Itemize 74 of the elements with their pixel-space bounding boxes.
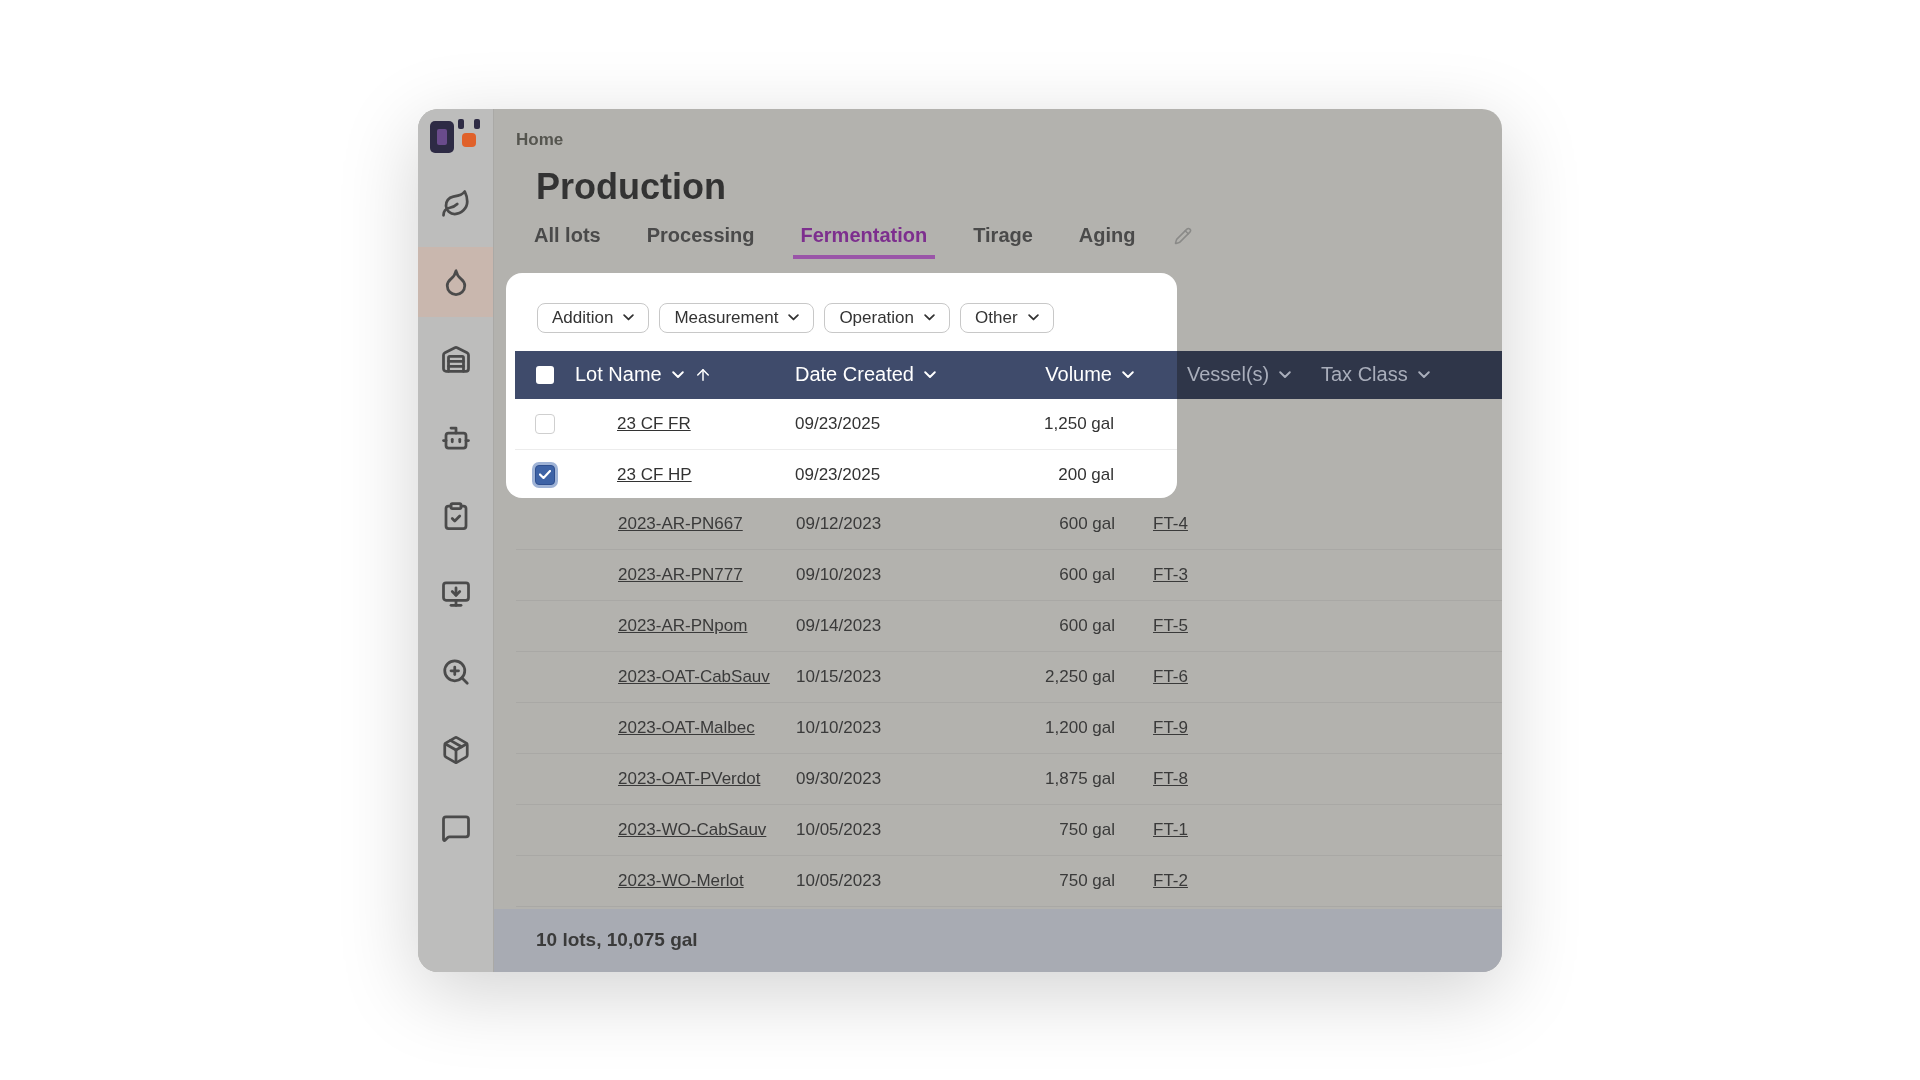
filter-dropdown[interactable]: Operation	[824, 302, 951, 333]
tab[interactable]: All lots	[526, 218, 609, 259]
monitor-icon	[440, 578, 471, 609]
table-cell-text: 1,200 gal	[1045, 717, 1116, 738]
tab[interactable]: Fermentation	[792, 218, 936, 259]
table-cell-text: 09/10/2023	[796, 564, 883, 585]
table-cell-text: 09/30/2023	[796, 768, 883, 789]
vessel-link[interactable]: FT-2	[1153, 870, 1321, 891]
chevron-down-icon	[788, 314, 800, 321]
table-cell-text: 10/05/2023	[796, 819, 883, 840]
select-all-checkbox[interactable]	[536, 365, 554, 384]
vessel-link[interactable]: FT-1	[1153, 819, 1321, 840]
tab[interactable]: Processing	[638, 218, 763, 259]
chevron-down-icon	[1417, 370, 1430, 379]
vessel-link[interactable]: FT-3	[1153, 564, 1321, 585]
tab[interactable]: Aging	[1070, 218, 1144, 259]
chevron-down-icon	[924, 314, 936, 321]
chevron-down-icon	[671, 370, 684, 379]
chevron-down-icon	[1279, 370, 1292, 379]
box-icon	[440, 734, 471, 765]
filter-dropdown[interactable]: Measurement	[659, 302, 815, 333]
table-cell-text: 2,250 gal	[1045, 666, 1116, 687]
table-cell-text: 1,250 gal	[1044, 413, 1115, 434]
chat-icon	[440, 812, 471, 843]
lot-link[interactable]: 23 CF HP	[617, 464, 795, 485]
vessel-link[interactable]: FT-8	[1153, 768, 1321, 789]
checkmark-icon	[539, 470, 551, 479]
vessel-link[interactable]: FT-9	[1153, 717, 1321, 738]
lot-link[interactable]: 2023-OAT-Malbec	[618, 717, 796, 738]
table-cell-text: 600 gal	[1059, 513, 1116, 534]
chevron-down-icon	[623, 314, 635, 321]
table-cell-text: 10/15/2023	[796, 666, 883, 687]
row-checkbox[interactable]	[535, 464, 555, 485]
table-cell-text: 750 gal	[1059, 870, 1116, 891]
table-cell-text: 200 gal	[1058, 464, 1115, 485]
table-cell-text: 09/14/2023	[796, 615, 883, 636]
table-cell-text: 10/05/2023	[796, 870, 883, 891]
tab[interactable]: Tirage	[965, 218, 1041, 259]
lot-link[interactable]: 2023-WO-Merlot	[618, 870, 796, 891]
table-summary: 10 lots, 10,075 gal	[536, 929, 698, 951]
page-title: Production	[536, 166, 727, 207]
table-cell-text: 600 gal	[1059, 615, 1116, 636]
table-cell-text: 600 gal	[1059, 564, 1116, 585]
lot-link[interactable]: 2023-AR-PN667	[618, 513, 796, 534]
chevron-down-icon	[923, 370, 936, 379]
column-header[interactable]: Vessel(s)	[1187, 363, 1292, 386]
table-cell-text: 10/10/2023	[796, 717, 883, 738]
column-header[interactable]: Volume	[1045, 363, 1134, 386]
table-cell-text: 09/12/2023	[796, 513, 883, 534]
vessel-link[interactable]: FT-4	[1153, 513, 1321, 534]
table-cell-text: 750 gal	[1059, 819, 1116, 840]
lot-link[interactable]: 2023-AR-PN777	[618, 564, 796, 585]
filter-dropdown[interactable]: Addition	[537, 302, 650, 333]
table-cell-text: 09/23/2025	[795, 413, 882, 434]
table-cell-text: 09/23/2025	[795, 464, 882, 485]
warehouse-icon	[440, 344, 471, 375]
vessel-link[interactable]: FT-5	[1153, 615, 1321, 636]
vessel-link[interactable]: FT-6	[1153, 666, 1321, 687]
table-cell-text: 1,875 gal	[1045, 768, 1116, 789]
leaf-icon	[440, 188, 471, 219]
filter-dropdown[interactable]: Other	[960, 302, 1054, 333]
lot-link[interactable]: 2023-WO-CabSauv	[618, 819, 796, 840]
lot-link[interactable]: 2023-AR-PNpom	[618, 615, 796, 636]
lot-link[interactable]: 23 CF FR	[617, 413, 795, 434]
chevron-down-icon	[1027, 314, 1039, 321]
lot-link[interactable]: 2023-OAT-CabSauv	[618, 666, 796, 687]
chevron-down-icon	[1122, 370, 1134, 379]
lot-link[interactable]: 2023-OAT-PVerdot	[618, 768, 796, 789]
column-header[interactable]: Tax Class	[1321, 363, 1430, 386]
column-header[interactable]: Date Created	[795, 363, 936, 386]
sidebar-item[interactable]	[418, 246, 493, 317]
column-header[interactable]: Lot Name	[575, 363, 712, 386]
breadcrumb-link[interactable]: Home	[516, 129, 564, 149]
zoom-icon	[440, 656, 471, 687]
